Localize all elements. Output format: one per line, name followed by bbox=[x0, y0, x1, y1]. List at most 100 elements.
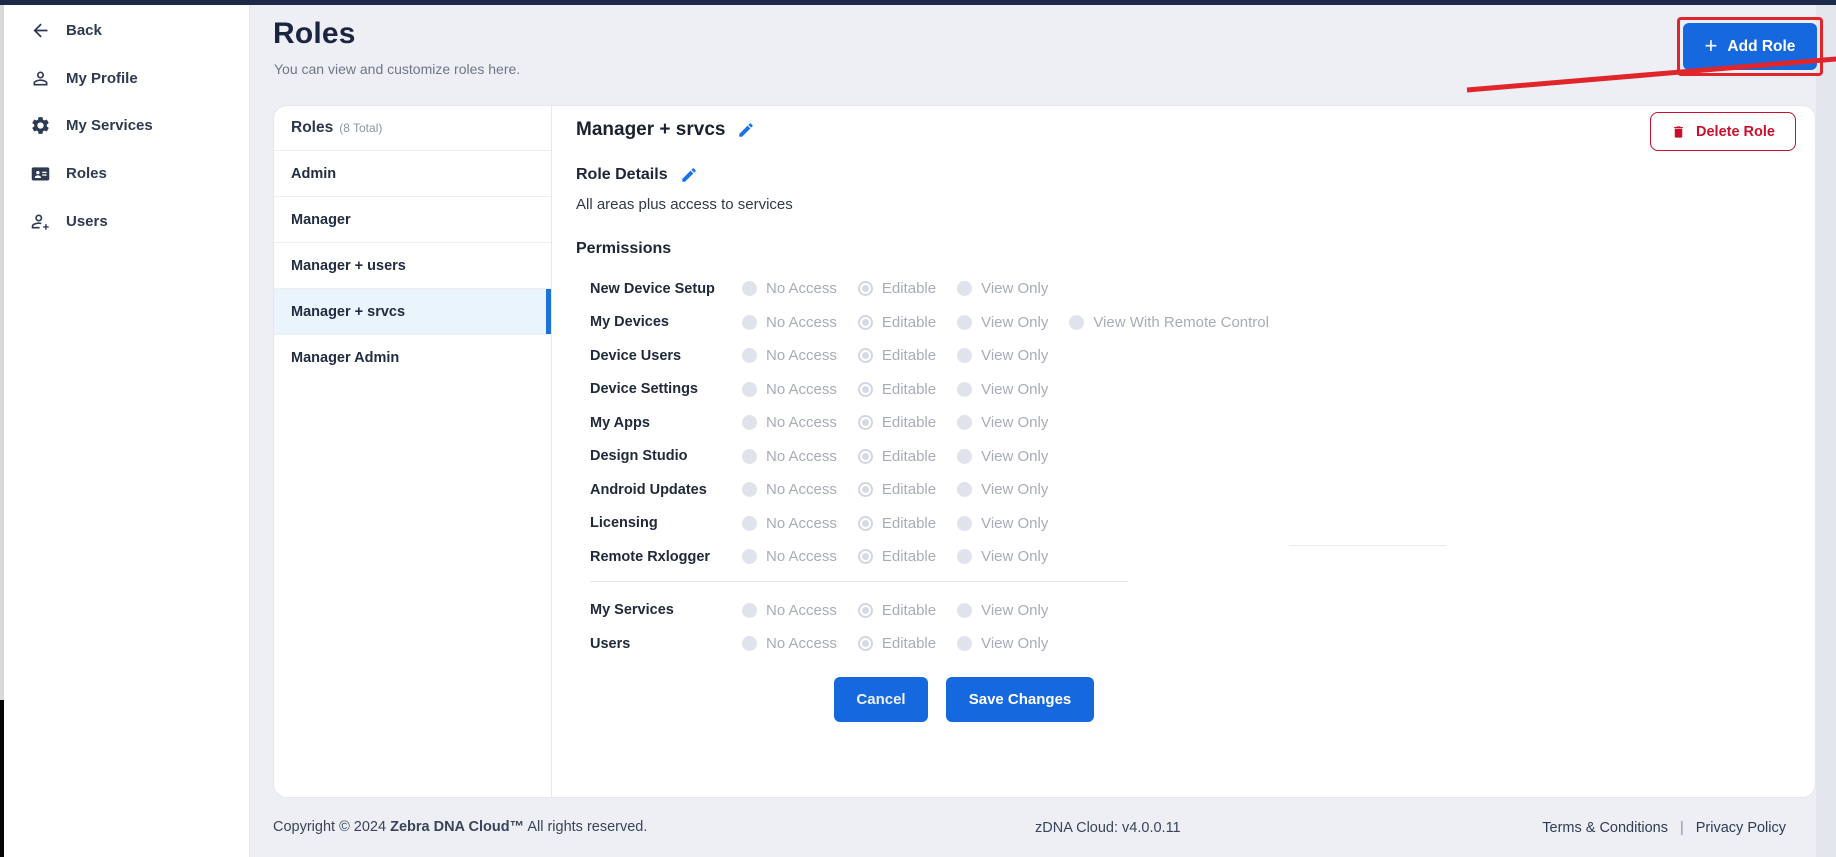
radio-option-no-access[interactable]: No Access bbox=[742, 280, 837, 297]
delete-role-button[interactable]: Delete Role bbox=[1650, 112, 1796, 151]
radio-option-label: Editable bbox=[882, 414, 936, 431]
radio-unselected-icon[interactable] bbox=[957, 315, 972, 330]
radio-unselected-icon[interactable] bbox=[742, 415, 757, 430]
radio-unselected-icon[interactable] bbox=[742, 449, 757, 464]
radio-option-view-with-remote-control[interactable]: View With Remote Control bbox=[1069, 314, 1269, 331]
scrollbar-gutter[interactable] bbox=[1816, 5, 1836, 857]
radio-option-label: View Only bbox=[981, 602, 1048, 619]
radio-unselected-icon[interactable] bbox=[742, 348, 757, 363]
radio-option-editable[interactable]: Editable bbox=[858, 347, 936, 364]
permission-row-licensing: LicensingNo AccessEditableView Only bbox=[590, 507, 1815, 541]
radio-option-view-only[interactable]: View Only bbox=[957, 515, 1048, 532]
footer-link-privacy-policy[interactable]: Privacy Policy bbox=[1696, 820, 1786, 836]
radio-option-editable[interactable]: Editable bbox=[858, 448, 936, 465]
radio-unselected-icon[interactable] bbox=[742, 315, 757, 330]
sidebar-item-my-profile[interactable]: My Profile bbox=[4, 55, 249, 103]
radio-option-label: Editable bbox=[882, 548, 936, 565]
radio-option-no-access[interactable]: No Access bbox=[742, 448, 837, 465]
radio-option-view-only[interactable]: View Only bbox=[957, 347, 1048, 364]
sidebar-item-roles[interactable]: Roles bbox=[4, 150, 249, 198]
radio-unselected-icon[interactable] bbox=[957, 348, 972, 363]
radio-unselected-icon[interactable] bbox=[742, 281, 757, 296]
radio-option-no-access[interactable]: No Access bbox=[742, 635, 837, 652]
permission-row-android-updates: Android UpdatesNo AccessEditableView Onl… bbox=[590, 473, 1815, 507]
radio-option-label: No Access bbox=[766, 481, 837, 498]
radio-option-no-access[interactable]: No Access bbox=[742, 381, 837, 398]
radio-unselected-icon[interactable] bbox=[957, 603, 972, 618]
radio-option-editable[interactable]: Editable bbox=[858, 481, 936, 498]
radio-option-label: View Only bbox=[981, 381, 1048, 398]
radio-selected-icon[interactable] bbox=[858, 449, 873, 464]
radio-selected-icon[interactable] bbox=[858, 281, 873, 296]
radio-option-view-only[interactable]: View Only bbox=[957, 414, 1048, 431]
permission-row-device-settings: Device SettingsNo AccessEditableView Onl… bbox=[590, 373, 1815, 407]
edit-role-name-icon[interactable] bbox=[737, 121, 755, 139]
radio-option-no-access[interactable]: No Access bbox=[742, 515, 837, 532]
radio-unselected-icon[interactable] bbox=[957, 415, 972, 430]
sidebar-item-my-services[interactable]: My Services bbox=[4, 102, 249, 150]
permission-label: Remote Rxlogger bbox=[590, 549, 742, 565]
radio-unselected-icon[interactable] bbox=[742, 516, 757, 531]
radio-unselected-icon[interactable] bbox=[742, 603, 757, 618]
radio-option-editable[interactable]: Editable bbox=[858, 280, 936, 297]
cancel-button[interactable]: Cancel bbox=[834, 677, 928, 722]
sidebar-item-back[interactable]: Back bbox=[4, 7, 249, 55]
radio-unselected-icon[interactable] bbox=[957, 549, 972, 564]
roles-list-header: Roles (8 Total) bbox=[274, 106, 551, 150]
radio-selected-icon[interactable] bbox=[858, 482, 873, 497]
radio-option-view-only[interactable]: View Only bbox=[957, 481, 1048, 498]
role-details-heading: Role Details bbox=[576, 166, 668, 184]
radio-option-editable[interactable]: Editable bbox=[858, 635, 936, 652]
radio-option-editable[interactable]: Editable bbox=[858, 515, 936, 532]
radio-option-editable[interactable]: Editable bbox=[858, 414, 936, 431]
radio-unselected-icon[interactable] bbox=[742, 482, 757, 497]
radio-option-editable[interactable]: Editable bbox=[858, 548, 936, 565]
add-role-button[interactable]: + Add Role bbox=[1683, 23, 1817, 70]
radio-selected-icon[interactable] bbox=[858, 315, 873, 330]
radio-option-no-access[interactable]: No Access bbox=[742, 548, 837, 565]
radio-unselected-icon[interactable] bbox=[957, 281, 972, 296]
radio-unselected-icon[interactable] bbox=[957, 636, 972, 651]
radio-option-label: No Access bbox=[766, 548, 837, 565]
role-list-item-admin[interactable]: Admin bbox=[274, 150, 551, 196]
edit-role-details-icon[interactable] bbox=[680, 166, 698, 184]
radio-option-view-only[interactable]: View Only bbox=[957, 280, 1048, 297]
radio-option-no-access[interactable]: No Access bbox=[742, 347, 837, 364]
radio-option-no-access[interactable]: No Access bbox=[742, 481, 837, 498]
radio-option-no-access[interactable]: No Access bbox=[742, 602, 837, 619]
radio-option-view-only[interactable]: View Only bbox=[957, 381, 1048, 398]
radio-unselected-icon[interactable] bbox=[957, 449, 972, 464]
radio-option-no-access[interactable]: No Access bbox=[742, 414, 837, 431]
sidebar-item-users[interactable]: Users bbox=[4, 197, 249, 245]
radio-unselected-icon[interactable] bbox=[957, 382, 972, 397]
save-changes-button[interactable]: Save Changes bbox=[946, 677, 1094, 722]
radio-option-editable[interactable]: Editable bbox=[858, 314, 936, 331]
back-arrow-icon bbox=[29, 20, 51, 42]
radio-selected-icon[interactable] bbox=[858, 549, 873, 564]
role-list-item-manager-users[interactable]: Manager + users bbox=[274, 242, 551, 288]
radio-selected-icon[interactable] bbox=[858, 603, 873, 618]
footer-link-terms-conditions[interactable]: Terms & Conditions bbox=[1542, 820, 1668, 836]
radio-option-view-only[interactable]: View Only bbox=[957, 602, 1048, 619]
radio-option-view-only[interactable]: View Only bbox=[957, 548, 1048, 565]
radio-option-editable[interactable]: Editable bbox=[858, 602, 936, 619]
role-list-item-manager[interactable]: Manager bbox=[274, 196, 551, 242]
radio-option-view-only[interactable]: View Only bbox=[957, 314, 1048, 331]
role-list-item-manager-admin[interactable]: Manager Admin bbox=[274, 334, 551, 380]
radio-option-editable[interactable]: Editable bbox=[858, 381, 936, 398]
radio-unselected-icon[interactable] bbox=[742, 382, 757, 397]
radio-unselected-icon[interactable] bbox=[957, 516, 972, 531]
radio-selected-icon[interactable] bbox=[858, 415, 873, 430]
radio-option-view-only[interactable]: View Only bbox=[957, 448, 1048, 465]
radio-unselected-icon[interactable] bbox=[1069, 315, 1084, 330]
radio-unselected-icon[interactable] bbox=[957, 482, 972, 497]
radio-selected-icon[interactable] bbox=[858, 516, 873, 531]
radio-option-view-only[interactable]: View Only bbox=[957, 635, 1048, 652]
radio-selected-icon[interactable] bbox=[858, 348, 873, 363]
radio-unselected-icon[interactable] bbox=[742, 549, 757, 564]
radio-unselected-icon[interactable] bbox=[742, 636, 757, 651]
role-list-item-manager-srvcs[interactable]: Manager + srvcs bbox=[274, 288, 551, 334]
radio-selected-icon[interactable] bbox=[858, 382, 873, 397]
radio-option-no-access[interactable]: No Access bbox=[742, 314, 837, 331]
radio-selected-icon[interactable] bbox=[858, 636, 873, 651]
